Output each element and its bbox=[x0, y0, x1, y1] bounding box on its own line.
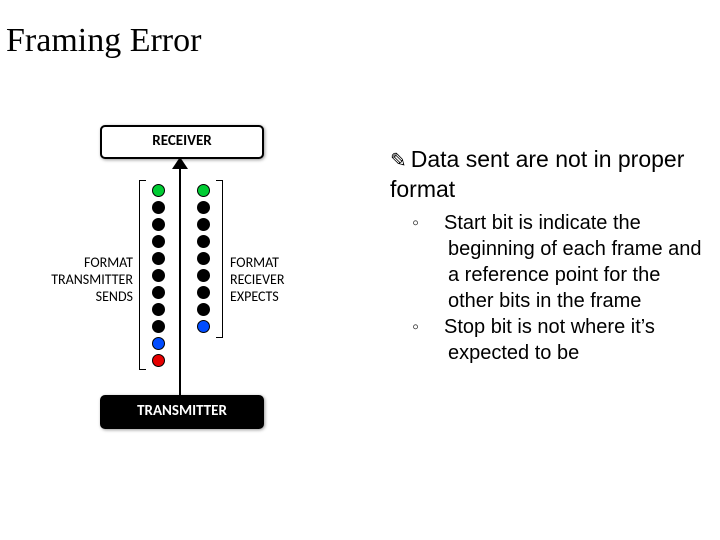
black-bit-dot bbox=[197, 218, 210, 231]
black-bit-dot bbox=[152, 286, 165, 299]
black-bit-dot bbox=[152, 235, 165, 248]
sub-bullet-2: ◦Stop bit is not where it’s expected to … bbox=[430, 314, 705, 366]
black-bit-dot bbox=[197, 269, 210, 282]
page-title: Framing Error bbox=[6, 22, 201, 60]
transmitter-box: TRANSMITTER bbox=[100, 395, 264, 429]
blue-bit-dot bbox=[152, 337, 165, 350]
rx-format-label-line3: EXPECTS bbox=[230, 288, 279, 305]
black-bit-dot bbox=[152, 218, 165, 231]
scribble-bullet-icon: ✎ bbox=[390, 150, 407, 172]
black-bit-dot bbox=[152, 303, 165, 316]
black-bit-dot bbox=[152, 252, 165, 265]
black-bit-dot bbox=[197, 252, 210, 265]
blue-bit-dot bbox=[197, 320, 210, 333]
main-bullet-text: Data sent are not in proper format bbox=[390, 146, 684, 202]
rx-format-label: FORMAT RECIEVER EXPECTS bbox=[230, 254, 330, 305]
black-bit-dot bbox=[197, 303, 210, 316]
main-bullet: ✎Data sent are not in proper format bbox=[390, 145, 700, 203]
black-bit-dot bbox=[152, 201, 165, 214]
green-bit-dot bbox=[197, 184, 210, 197]
arrow-shaft bbox=[179, 163, 181, 395]
right-bracket-icon bbox=[216, 180, 223, 338]
receiver-box: RECEIVER bbox=[100, 125, 264, 159]
red-bit-dot bbox=[152, 354, 165, 367]
black-bit-dot bbox=[152, 269, 165, 282]
transmitter-bits-column bbox=[152, 180, 165, 371]
sub-bullet-1: ◦Start bit is indicate the beginning of … bbox=[430, 210, 705, 314]
rx-format-label-line1: FORMAT bbox=[230, 254, 279, 271]
sub-bullet-1-text: Start bit is indicate the beginning of e… bbox=[444, 212, 702, 312]
black-bit-dot bbox=[197, 235, 210, 248]
tx-format-label: FORMAT TRANSMITTER SENDS bbox=[28, 254, 133, 305]
black-bit-dot bbox=[197, 286, 210, 299]
arrow-up-icon bbox=[172, 157, 188, 169]
tx-format-label-line3: SENDS bbox=[96, 288, 133, 305]
green-bit-dot bbox=[152, 184, 165, 197]
black-bit-dot bbox=[197, 201, 210, 214]
black-bit-dot bbox=[152, 320, 165, 333]
left-bracket-icon bbox=[139, 180, 146, 370]
sub-bullet-2-text: Stop bit is not where it’s expected to b… bbox=[444, 316, 655, 364]
sub-bullet-list: ◦Start bit is indicate the beginning of … bbox=[430, 210, 705, 366]
ring-bullet-icon: ◦ bbox=[430, 314, 444, 340]
tx-format-label-line2: TRANSMITTER bbox=[51, 271, 133, 288]
tx-format-label-line1: FORMAT bbox=[84, 254, 133, 271]
rx-format-label-line2: RECIEVER bbox=[230, 271, 284, 288]
receiver-bits-column bbox=[197, 180, 210, 337]
ring-bullet-icon: ◦ bbox=[430, 210, 444, 236]
